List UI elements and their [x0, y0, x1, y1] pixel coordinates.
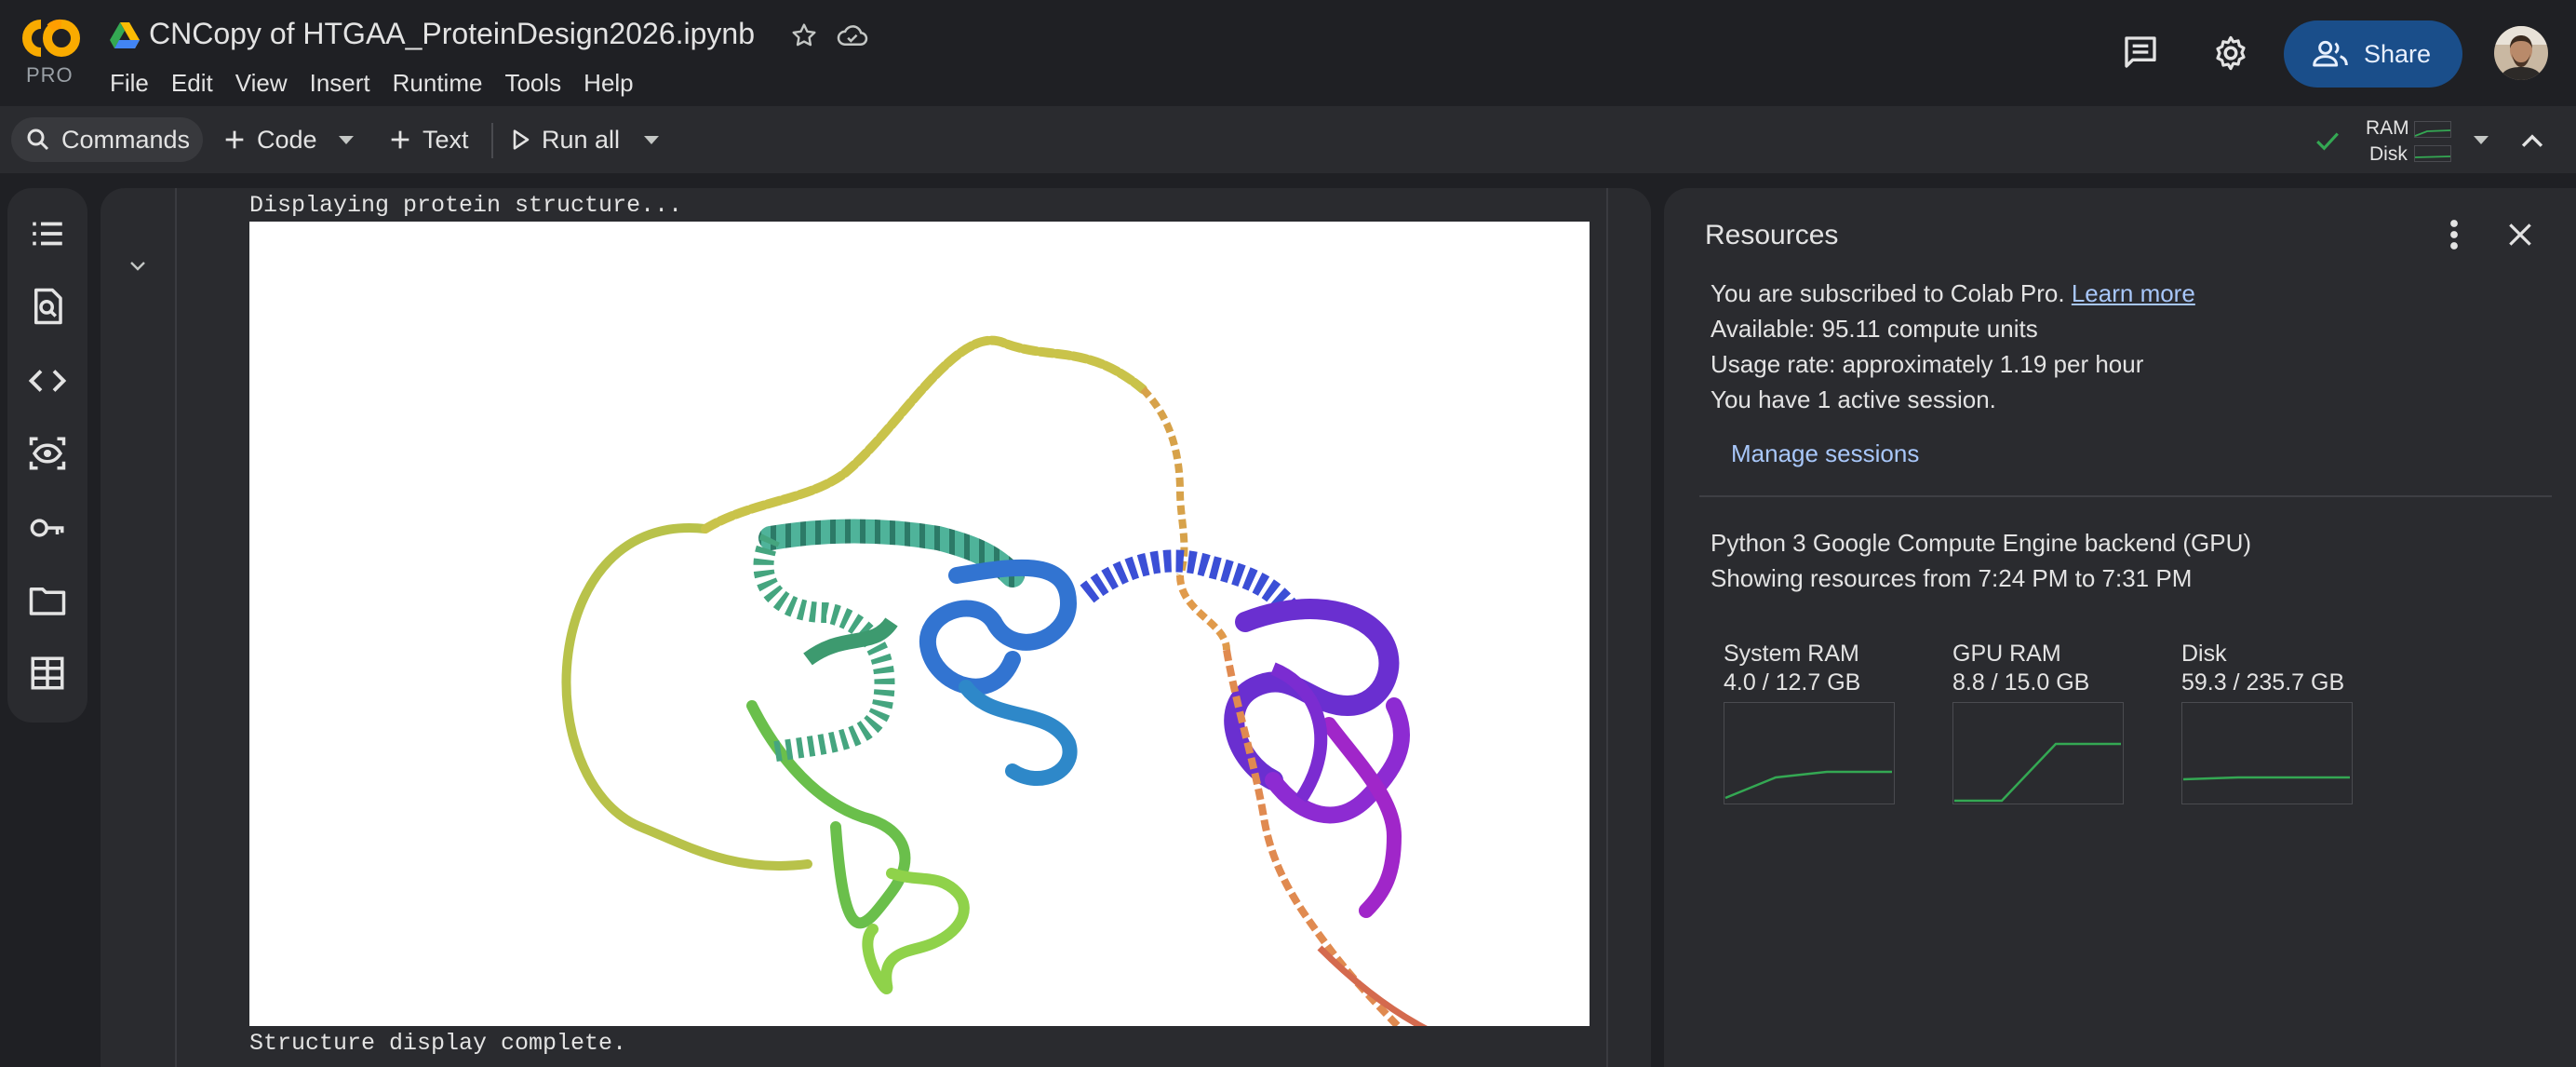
notebook-title[interactable]: CNCopy of HTGAA_ProteinDesign2026.ipynb	[149, 17, 755, 51]
code-snippets-icon[interactable]	[28, 361, 67, 400]
secrets-key-icon[interactable]	[28, 508, 67, 547]
commands-button[interactable]: Commands	[11, 117, 204, 162]
chevron-down-icon	[644, 135, 659, 144]
pro-badge: PRO	[26, 63, 74, 87]
ram-sparkline	[2414, 121, 2451, 138]
system-ram-trend-line	[1724, 770, 1892, 800]
output-line-start: Displaying protein structure...	[249, 192, 683, 219]
toolbar-divider	[491, 123, 493, 158]
table-of-contents-icon[interactable]	[28, 214, 67, 253]
add-code-button[interactable]: Code	[221, 117, 317, 162]
active-sessions: You have 1 active session.	[1711, 385, 1996, 413]
protein-structure-image	[561, 335, 1433, 1044]
colab-logo[interactable]: PRO	[13, 15, 87, 89]
variables-icon[interactable]	[28, 434, 67, 473]
commands-label: Commands	[61, 125, 191, 154]
chevron-down-icon[interactable]	[127, 259, 149, 274]
gpu-ram-trend-line	[1954, 742, 2121, 803]
run-all-label: Run all	[542, 125, 621, 154]
learn-more-link[interactable]: Learn more	[2072, 279, 2195, 307]
backend-info: Python 3 Google Compute Engine backend (…	[1711, 529, 2252, 557]
more-vert-icon[interactable]	[2448, 218, 2461, 251]
run-options-dropdown[interactable]	[644, 117, 659, 162]
resources-title: Resources	[1705, 220, 1839, 250]
manage-sessions-button[interactable]: Manage sessions	[1731, 439, 1919, 468]
notebook-toolbar: Commands Code Text Run all RAM Disk	[0, 106, 2576, 173]
star-icon[interactable]	[789, 20, 819, 50]
gauge-value: 4.0 / 12.7 GB	[1724, 669, 1861, 696]
available-units: Available: 95.11 compute units	[1711, 315, 2038, 343]
check-icon	[2316, 132, 2339, 151]
menu-insert[interactable]: Insert	[299, 67, 382, 99]
plus-icon	[225, 130, 244, 149]
comment-icon[interactable]	[2122, 34, 2159, 71]
share-button[interactable]: Share	[2284, 20, 2462, 88]
code-label: Code	[257, 125, 317, 154]
menu-view[interactable]: View	[224, 67, 299, 99]
find-replace-icon[interactable]	[28, 287, 67, 326]
runtime-options-dropdown[interactable]	[2474, 117, 2489, 162]
subscription-text: You are subscribed to Colab Pro.	[1711, 279, 2072, 307]
gauge-name: System RAM	[1724, 641, 1859, 667]
menu-tools[interactable]: Tools	[493, 67, 572, 99]
disk-trend-line	[2182, 776, 2350, 781]
chevron-down-icon	[2474, 135, 2489, 144]
disk-sparkline	[2414, 145, 2451, 162]
share-label: Share	[2364, 39, 2432, 68]
usage-rate: Usage rate: approximately 1.19 per hour	[1711, 350, 2144, 378]
header-bar: PRO CNCopy of HTGAA_ProteinDesign2026.ip…	[0, 0, 2576, 106]
colab-co-icon	[22, 19, 80, 57]
chevron-down-icon	[339, 135, 354, 144]
text-label: Text	[423, 125, 469, 154]
left-side-rail	[7, 188, 87, 723]
plus-icon	[391, 130, 409, 149]
chevron-up-icon[interactable]	[2516, 127, 2548, 155]
google-drive-icon[interactable]	[110, 22, 140, 48]
notebook-cell-output: Displaying protein structure... Structur…	[101, 188, 1651, 1067]
protein-structure-viewer[interactable]	[249, 222, 1590, 1044]
search-icon	[27, 128, 49, 151]
files-folder-icon[interactable]	[28, 581, 67, 620]
gauge-chart	[1724, 702, 1895, 804]
menu-file[interactable]: File	[108, 67, 160, 99]
gauge-name: Disk	[2181, 641, 2227, 667]
time-range: Showing resources from 7:24 PM to 7:31 P…	[1711, 564, 2193, 592]
gear-icon[interactable]	[2211, 34, 2250, 73]
gauge-chart	[1952, 702, 2124, 804]
cell-divider	[1606, 188, 1608, 1067]
output-line-end: Structure display complete.	[249, 1030, 627, 1057]
gauge-chart	[2181, 702, 2353, 804]
cell-divider	[175, 188, 177, 1067]
share-person-icon	[2313, 40, 2348, 67]
gauge-name: GPU RAM	[1952, 641, 2061, 667]
gpu-ram-gauge: GPU RAM 8.8 / 15.0 GB	[1952, 641, 2124, 804]
ram-disk-indicator[interactable]: RAM Disk	[2297, 115, 2464, 166]
add-text-button[interactable]: Text	[387, 117, 469, 162]
gauge-value: 8.8 / 15.0 GB	[1952, 669, 2090, 696]
code-options-dropdown[interactable]	[339, 117, 354, 162]
close-icon[interactable]	[2505, 220, 2535, 250]
disk-gauge: Disk 59.3 / 235.7 GB	[2181, 641, 2353, 804]
system-ram-gauge: System RAM 4.0 / 12.7 GB	[1724, 641, 1895, 804]
run-all-button[interactable]: Run all	[510, 117, 620, 162]
resources-divider	[1699, 495, 2552, 497]
cell-gutter	[101, 188, 175, 1067]
disk-label: Disk	[2369, 143, 2408, 165]
cloud-saved-icon[interactable]	[836, 20, 869, 50]
avatar[interactable]	[2494, 26, 2548, 80]
data-table-icon[interactable]	[28, 654, 67, 693]
menu-bar: File Edit View Insert Runtime Tools Help	[108, 67, 645, 99]
menu-help[interactable]: Help	[572, 67, 644, 99]
subscription-line: You are subscribed to Colab Pro. Learn m…	[1711, 279, 2195, 308]
ram-label: RAM	[2366, 117, 2409, 139]
play-icon	[513, 129, 530, 150]
menu-edit[interactable]: Edit	[160, 67, 224, 99]
menu-runtime[interactable]: Runtime	[382, 67, 494, 99]
resources-panel: Resources You are subscribed to Colab Pr…	[1664, 188, 2576, 1067]
gauge-value: 59.3 / 235.7 GB	[2181, 669, 2345, 696]
